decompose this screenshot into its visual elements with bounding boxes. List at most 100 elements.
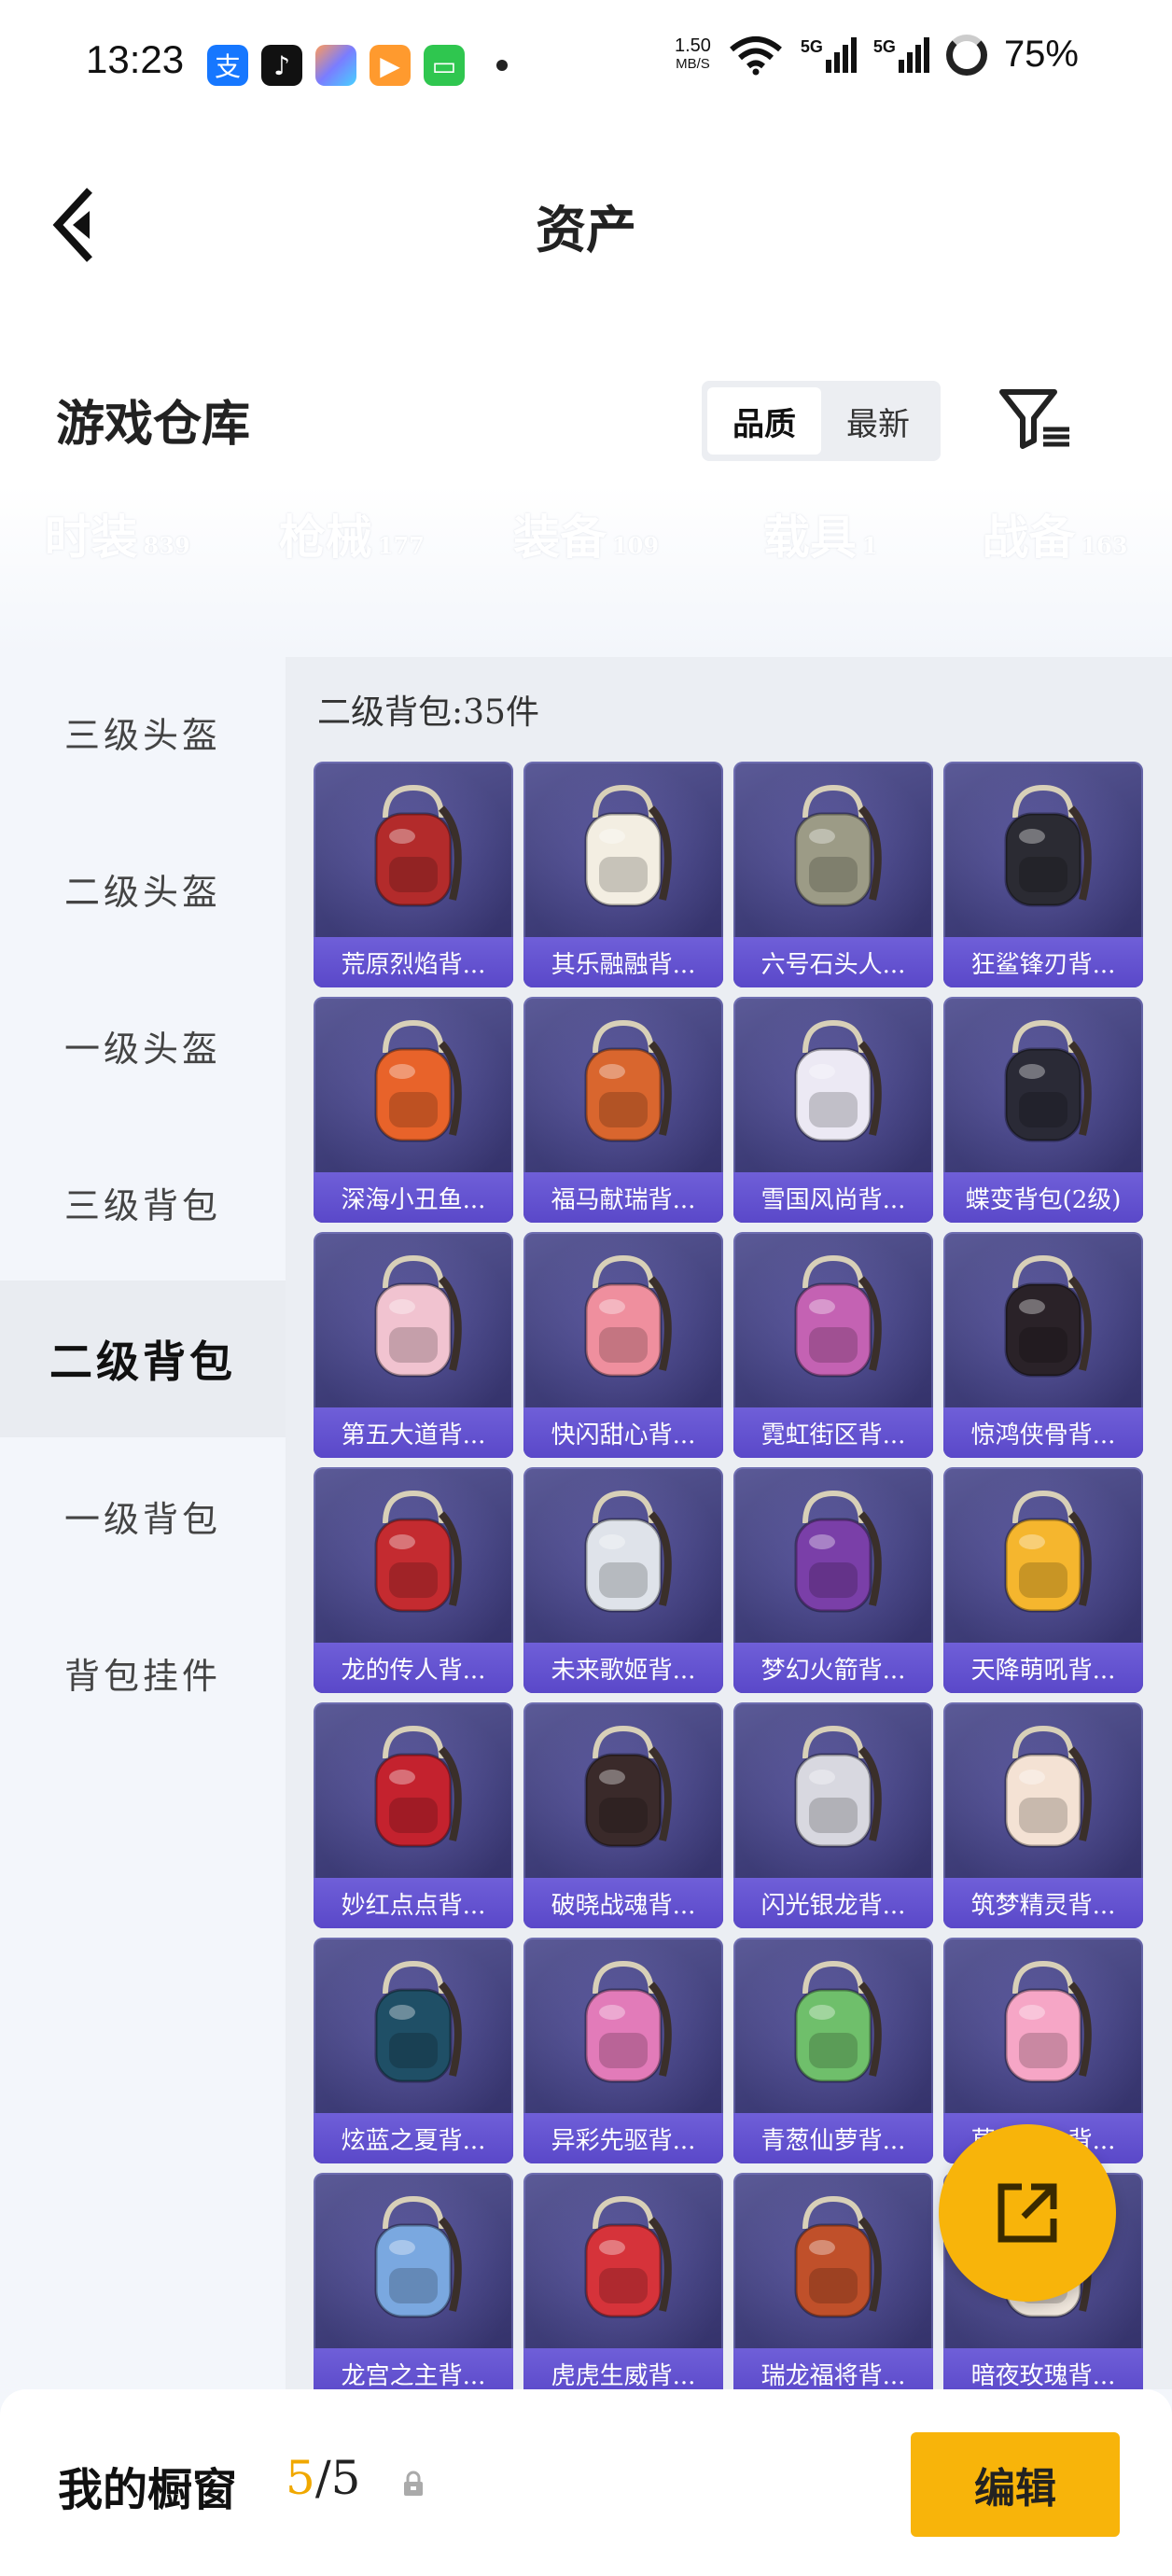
item-name: 惊鸿侠骨背...	[943, 1407, 1143, 1458]
item-card[interactable]: 瑞龙福将背...	[733, 2173, 933, 2399]
item-name: 筑梦精灵背...	[943, 1878, 1143, 1928]
showcase-count: 5/5	[286, 2451, 360, 2505]
sidebar-item-level3-helmet[interactable]: 三级头盔	[0, 653, 286, 810]
item-name: 第五大道背...	[314, 1407, 513, 1458]
item-card[interactable]: 惊鸿侠骨背...	[943, 1232, 1143, 1458]
item-card[interactable]: 未来歌姬背...	[523, 1467, 723, 1693]
item-card[interactable]: 第五大道背...	[314, 1232, 513, 1458]
backpack-icon	[794, 784, 882, 907]
network-1-label: 5G	[800, 36, 823, 56]
item-card[interactable]: 荒原烈焰背...	[314, 762, 513, 987]
item-name: 破晓战魂背...	[523, 1878, 723, 1928]
item-name: 闪光银龙背...	[733, 1878, 933, 1928]
page-title: 资产	[536, 200, 636, 259]
item-name: 蝶变背包(2级)	[943, 1172, 1143, 1223]
edit-button[interactable]: 编辑	[911, 2432, 1120, 2537]
category-tab[interactable]: 时装 839	[0, 485, 234, 653]
status-bar: 13:23 支 ♪ ▶ ▭ 1.50 MB/S 5G 5G 75%	[0, 0, 1172, 131]
item-name: 梦幻火箭背...	[733, 1643, 933, 1693]
item-card[interactable]: 梦幻火箭背...	[733, 1467, 933, 1693]
item-card[interactable]: 蝶变背包(2级)	[943, 997, 1143, 1223]
item-card[interactable]: 妙红点点背...	[314, 1702, 513, 1928]
backpack-icon	[584, 1960, 672, 2083]
category-count: 839	[143, 532, 190, 559]
item-name: 青葱仙萝背...	[733, 2113, 933, 2163]
backpack-icon	[374, 1725, 462, 1848]
signal-2-icon: 5G	[872, 36, 929, 73]
app-icon	[315, 45, 356, 86]
sort-quality-button[interactable]: 品质	[707, 387, 821, 455]
item-card[interactable]: 闪光银龙背...	[733, 1702, 933, 1928]
sidebar-item-level2-helmet[interactable]: 二级头盔	[0, 810, 286, 967]
sidebar-item-level1-helmet[interactable]: 一级头盔	[0, 967, 286, 1124]
item-card[interactable]: 霓虹街区背...	[733, 1232, 933, 1458]
backpack-icon	[374, 1490, 462, 1613]
network-speed: 1.50 MB/S	[675, 36, 711, 74]
status-right: 1.50 MB/S 5G 5G 75%	[675, 34, 1079, 76]
item-name: 雪国风尚背...	[733, 1172, 933, 1223]
backpack-icon	[584, 1725, 672, 1848]
status-time: 13:23	[86, 37, 185, 81]
item-card[interactable]: 破晓战魂背...	[523, 1702, 723, 1928]
share-button[interactable]	[939, 2124, 1116, 2302]
more-notifications-dot	[496, 60, 508, 71]
item-card[interactable]: 筑梦精灵背...	[943, 1702, 1143, 1928]
item-name: 福马献瑞背...	[523, 1172, 723, 1223]
item-card[interactable]: 虎虎生威背...	[523, 2173, 723, 2399]
category-tab[interactable]: 战备 163	[938, 485, 1172, 653]
backpack-icon	[374, 784, 462, 907]
item-card[interactable]: 雪国风尚背...	[733, 997, 933, 1223]
category-label: 装备	[512, 510, 607, 565]
item-name: 快闪甜心背...	[523, 1407, 723, 1458]
category-count: 1	[861, 532, 878, 559]
signal-1-icon: 5G	[800, 36, 857, 73]
item-name: 未来歌姬背...	[523, 1643, 723, 1693]
sidebar-item-backpack-pendant[interactable]: 背包挂件	[0, 1594, 286, 1751]
backpack-icon	[794, 1960, 882, 2083]
backpack-icon	[374, 1254, 462, 1378]
filter-icon[interactable]	[998, 386, 1073, 452]
sort-toggle: 品质 最新	[702, 381, 941, 461]
backpack-icon	[794, 1254, 882, 1378]
category-tab[interactable]: 装备 109	[468, 485, 703, 653]
item-name: 龙的传人背...	[314, 1643, 513, 1693]
item-card[interactable]: 青葱仙萝背...	[733, 1938, 933, 2163]
item-card[interactable]: 龙的传人背...	[314, 1467, 513, 1693]
item-name: 狂鲨锋刃背...	[943, 937, 1143, 987]
backpack-icon	[1004, 1019, 1092, 1142]
item-name: 炫蓝之夏背...	[314, 2113, 513, 2163]
sidebar-item-level2-backpack[interactable]: 二级背包	[0, 1281, 286, 1437]
lock-icon[interactable]	[399, 2470, 427, 2498]
sort-latest-button[interactable]: 最新	[821, 387, 935, 455]
sidebar-item-level1-backpack[interactable]: 一级背包	[0, 1437, 286, 1594]
item-card[interactable]: 六号石头人...	[733, 762, 933, 987]
category-tab[interactable]: 枪械 177	[234, 485, 468, 653]
item-card[interactable]: 龙宫之主背...	[314, 2173, 513, 2399]
video-app-icon: ▶	[370, 45, 411, 86]
item-card[interactable]: 天降萌吼背...	[943, 1467, 1143, 1693]
speed-value: 1.50	[674, 35, 711, 56]
showcase-separator: /	[314, 2451, 331, 2505]
category-tab[interactable]: 载具 1	[704, 485, 938, 653]
item-count-label: 二级背包:35件	[317, 693, 539, 732]
backpack-icon	[794, 1019, 882, 1142]
backpack-icon	[584, 1254, 672, 1378]
item-card[interactable]: 异彩先驱背...	[523, 1938, 723, 2163]
item-card[interactable]: 快闪甜心背...	[523, 1232, 723, 1458]
sidebar-item-level3-backpack[interactable]: 三级背包	[0, 1124, 286, 1281]
notification-icons: 支 ♪ ▶ ▭	[207, 45, 508, 86]
item-name: 六号石头人...	[733, 937, 933, 987]
category-count: 177	[377, 532, 425, 559]
item-card[interactable]: 其乐融融背...	[523, 762, 723, 987]
item-card[interactable]: 炫蓝之夏背...	[314, 1938, 513, 2163]
speed-unit: MB/S	[676, 55, 710, 72]
item-card[interactable]: 狂鲨锋刃背...	[943, 762, 1143, 987]
share-icon	[998, 2183, 1057, 2243]
item-card[interactable]: 深海小丑鱼...	[314, 997, 513, 1223]
tiktok-icon: ♪	[261, 45, 302, 86]
item-card[interactable]: 福马献瑞背...	[523, 997, 723, 1223]
message-icon: ▭	[424, 45, 465, 86]
network-2-label: 5G	[872, 36, 896, 56]
alipay-icon: 支	[207, 45, 248, 86]
item-name: 其乐融融背...	[523, 937, 723, 987]
